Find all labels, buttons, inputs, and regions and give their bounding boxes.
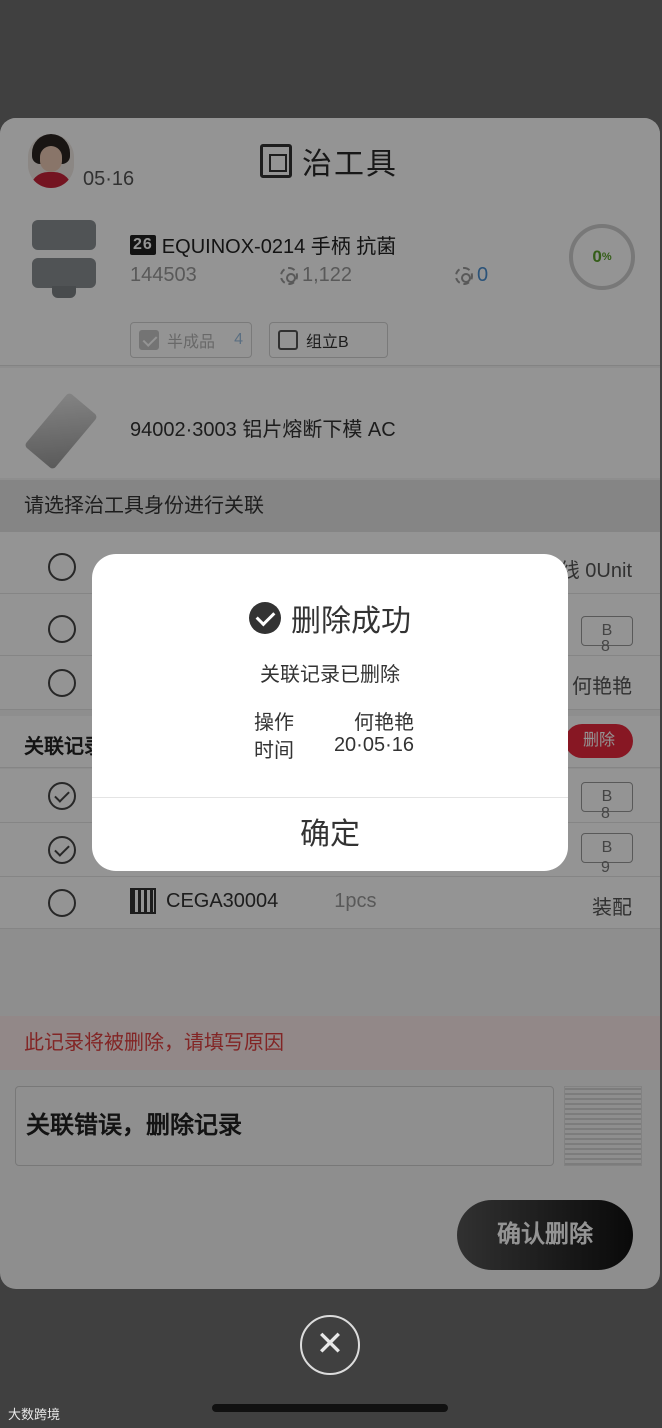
dialog-message: 关联记录已删除 [260,664,400,686]
time-label: 时间 [254,740,294,762]
watermark: 大数跨境 [8,1407,61,1422]
close-icon[interactable]: ✕ [300,1315,360,1375]
operator-label: 操作 [254,712,294,734]
operator-value: 何艳艳 [354,712,414,734]
check-circle-icon [249,602,281,634]
dialog-title-text: 删除成功 [291,605,411,638]
home-indicator [212,1404,448,1412]
dialog-title: 删除成功 [92,596,568,640]
time-value: 20·05·16 [333,734,414,756]
dialog-ok-button[interactable]: 确定 [92,798,568,871]
success-dialog: 删除成功 关联记录已删除 操作 何艳艳 时间 20·05·16 确定 [92,554,568,871]
dialog-meta: 操作 何艳艳 时间 20·05·16 [254,706,414,762]
